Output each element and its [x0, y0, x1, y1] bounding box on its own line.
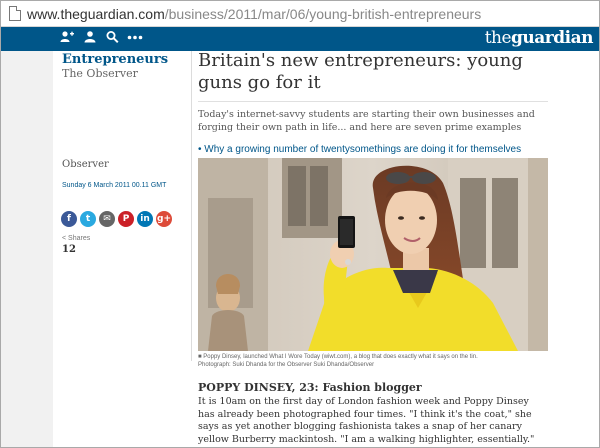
column-divider [191, 51, 192, 361]
article-headline: Britain's new entrepreneurs: young guns … [198, 50, 523, 93]
page-icon [9, 6, 21, 21]
guardian-logo[interactable]: theguardian [484, 28, 594, 48]
url-domain: www.theguardian.com [27, 5, 165, 22]
article-meta-column: Entrepreneurs The Observer [62, 51, 187, 80]
left-gutter [1, 51, 53, 447]
related-link[interactable]: • Why a growing number of twentysomethin… [198, 144, 521, 155]
address-bar[interactable]: www.theguardian.com/business/2011/mar/06… [1, 1, 599, 27]
headline-divider [198, 101, 548, 102]
logo-guardian: guardian [511, 28, 593, 48]
photo-caption: ■ Poppy Dinsey, launched What I Wore Tod… [198, 353, 558, 369]
search-icon[interactable] [106, 30, 119, 50]
shares-label-row: < Shares [62, 235, 90, 242]
more-icon[interactable] [127, 30, 143, 50]
url-path: /business/2011/mar/06/young-british-entr… [164, 5, 482, 22]
profile-icon[interactable] [60, 30, 74, 50]
article-body: It is 10am on the first day of London fa… [198, 396, 535, 445]
caption-line-2: Photograph: Suki Dhanda for the Observer… [198, 362, 375, 368]
publish-date: Sunday 6 March 2011 00.11 GMT [62, 182, 167, 189]
caption-text: Poppy Dinsey, launched What I Wore Today… [203, 354, 478, 360]
logo-the: the [484, 28, 512, 48]
googleplus-share-button[interactable]: g+ [156, 211, 172, 227]
publication-name: The Observer [62, 67, 138, 80]
user-icon[interactable] [84, 30, 96, 50]
caption-line-1: ■ Poppy Dinsey, launched What I Wore Tod… [198, 353, 558, 361]
browser-window: www.theguardian.com/business/2011/mar/06… [0, 0, 600, 448]
section-subhead: POPPY DINSEY, 23: Fashion blogger [198, 381, 422, 394]
share-icon: < [62, 235, 67, 242]
shares-label: Shares [68, 235, 91, 242]
article-photo [198, 158, 548, 351]
standfirst: Today's internet-savvy students are star… [198, 109, 535, 133]
series-link[interactable]: Entrepreneurs [62, 52, 187, 67]
share-buttons: f t ✉ P in g+ [61, 211, 175, 227]
twitter-share-button[interactable]: t [80, 211, 96, 227]
linkedin-share-button[interactable]: in [137, 211, 153, 227]
camera-icon: ■ [198, 354, 202, 360]
top-nav-bar: theguardian [1, 27, 599, 51]
facebook-share-button[interactable]: f [61, 211, 77, 227]
pinterest-share-button[interactable]: P [118, 211, 134, 227]
shares-count: 12 [62, 244, 76, 255]
email-share-button[interactable]: ✉ [99, 211, 115, 227]
url-text[interactable]: www.theguardian.com/business/2011/mar/06… [27, 6, 481, 22]
byline[interactable]: Observer [62, 159, 109, 170]
